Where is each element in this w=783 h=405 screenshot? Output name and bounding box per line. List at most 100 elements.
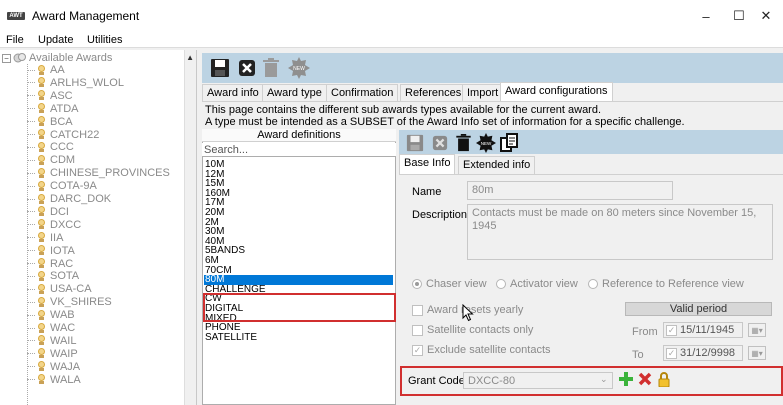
- close-icon[interactable]: [235, 56, 259, 80]
- app-icon: AWT: [7, 12, 25, 20]
- chaser-view-label: Chaser view: [426, 278, 487, 290]
- tree-item[interactable]: COTA-9A: [27, 180, 97, 192]
- tree-item[interactable]: WAJA: [27, 361, 80, 373]
- definitions-search-input[interactable]: [202, 143, 396, 157]
- from-calendar-icon[interactable]: ▦▾: [748, 323, 766, 337]
- window-title: Award Management: [32, 9, 140, 23]
- collapse-icon[interactable]: −: [2, 53, 11, 63]
- menu-utilities[interactable]: Utilities: [87, 34, 122, 46]
- to-calendar-icon[interactable]: ▦▾: [748, 346, 766, 360]
- tab-award-configurations[interactable]: Award configurations: [500, 82, 613, 102]
- award-icon: [36, 296, 47, 308]
- copy-icon[interactable]: [497, 131, 521, 155]
- tree-item[interactable]: CATCH22: [27, 129, 99, 141]
- tree-item[interactable]: IIA: [27, 232, 63, 244]
- new-icon[interactable]: NEW: [474, 131, 498, 155]
- chaser-view-radio[interactable]: [412, 279, 422, 289]
- tree-item[interactable]: DXCC: [27, 219, 81, 231]
- tree-item[interactable]: BCA: [27, 116, 73, 128]
- tab-confirmation[interactable]: Confirmation: [326, 84, 399, 102]
- tree-item[interactable]: ASC: [27, 90, 73, 102]
- tree-item-label: IIA: [50, 231, 64, 244]
- definition-item[interactable]: 160M: [205, 189, 393, 199]
- definition-item[interactable]: 15M: [205, 179, 393, 189]
- reference-view-label: Reference to Reference view: [602, 278, 744, 290]
- definition-item[interactable]: 5BANDS: [205, 246, 393, 256]
- tab-extended-info[interactable]: Extended info: [458, 156, 536, 174]
- new-icon[interactable]: NEW: [287, 56, 311, 80]
- tree-item[interactable]: WALA: [27, 374, 81, 386]
- definition-item[interactable]: 70CM: [205, 265, 393, 276]
- reference-view-radio[interactable]: [588, 279, 598, 289]
- tab-base-info[interactable]: Base Info: [399, 154, 456, 174]
- grant-code-combobox[interactable]: DXCC-80: [463, 372, 613, 389]
- tree-item[interactable]: SOTA: [27, 270, 79, 282]
- tree-item[interactable]: WAB: [27, 309, 75, 321]
- name-field[interactable]: 80m: [467, 181, 673, 200]
- tree-item[interactable]: RAC: [27, 258, 73, 270]
- tree-root-label: Available Awards: [29, 52, 113, 64]
- activator-view-radio[interactable]: [496, 279, 506, 289]
- tree-connector: [27, 263, 35, 264]
- close-icon[interactable]: [428, 131, 452, 155]
- definition-item[interactable]: SATELLITE: [205, 333, 393, 343]
- definition-item[interactable]: 6M: [205, 256, 393, 266]
- scroll-up-icon[interactable]: ▲: [186, 53, 194, 62]
- award-icon: [36, 154, 47, 166]
- from-date-checkbox[interactable]: ✓: [666, 324, 677, 336]
- from-date-value: 15/11/1945: [680, 324, 735, 336]
- tree-item-label: DXCC: [50, 218, 82, 231]
- tree-item[interactable]: WAIP: [27, 348, 78, 360]
- menu-file[interactable]: File: [6, 34, 24, 46]
- definition-item[interactable]: 12M: [205, 169, 393, 180]
- to-date-picker[interactable]: ✓ 31/12/9998: [663, 345, 743, 361]
- tree-connector: [27, 340, 35, 342]
- lock-icon[interactable]: [656, 371, 672, 387]
- satellite-only-checkbox[interactable]: [412, 325, 423, 336]
- tab-award-type[interactable]: Award type: [262, 84, 327, 102]
- delete-icon[interactable]: [259, 56, 283, 80]
- definition-item[interactable]: 20M: [205, 208, 393, 218]
- tree-item[interactable]: CHINESE_PROVINCES: [27, 167, 170, 179]
- tree-item[interactable]: WAIL: [27, 335, 77, 347]
- tree-scrollbar[interactable]: ▲: [184, 50, 196, 405]
- definition-item[interactable]: 17M: [205, 198, 393, 208]
- definition-item[interactable]: 2M: [205, 217, 393, 228]
- tree-item-label: VK_SHIRES: [50, 296, 112, 309]
- delete-icon[interactable]: [451, 131, 475, 155]
- definition-item[interactable]: 30M: [205, 227, 393, 237]
- close-button[interactable]: ✕: [749, 0, 783, 32]
- award-icon: [36, 374, 47, 385]
- exclude-satellite-checkbox[interactable]: ✓: [412, 345, 423, 356]
- tree-item[interactable]: ARLHS_WLOL: [27, 77, 124, 89]
- tree-item[interactable]: VK_SHIRES: [27, 296, 112, 308]
- tree-item[interactable]: DCI: [27, 206, 69, 218]
- tree-item[interactable]: DARC_DOK: [27, 193, 111, 205]
- tab-import[interactable]: Import: [462, 84, 504, 102]
- save-icon[interactable]: [403, 131, 427, 155]
- tab-award-info[interactable]: Award info: [202, 84, 264, 102]
- description-field[interactable]: Contacts must be made on 80 meters since…: [467, 204, 773, 260]
- tab-references[interactable]: References: [400, 84, 467, 102]
- tree-item[interactable]: AA: [27, 64, 65, 76]
- remove-icon[interactable]: [637, 371, 653, 387]
- award-definitions-header: Award definitions: [202, 129, 396, 142]
- menu-update[interactable]: Update: [38, 34, 73, 46]
- save-icon[interactable]: [208, 56, 232, 80]
- definition-item[interactable]: 10M: [205, 160, 393, 170]
- chevron-down-icon[interactable]: ⌄: [600, 374, 608, 385]
- add-icon[interactable]: [618, 371, 634, 387]
- tree-connector: [27, 198, 35, 200]
- from-date-picker[interactable]: ✓ 15/11/1945: [663, 322, 743, 338]
- tree-item[interactable]: CCC: [27, 141, 74, 153]
- tree-item[interactable]: USA-CA: [27, 283, 92, 295]
- tree-root[interactable]: − Available Awards: [2, 52, 112, 64]
- tree-item[interactable]: WAC: [27, 322, 75, 334]
- awards-tree[interactable]: − Available Awards AA ARLHS_WLOL ASC ATDA BC…: [0, 50, 197, 405]
- award-resets-checkbox[interactable]: [412, 305, 423, 316]
- tree-item[interactable]: IOTA: [27, 245, 75, 257]
- tree-item[interactable]: ATDA: [27, 103, 79, 115]
- to-date-checkbox[interactable]: ✓: [666, 347, 677, 359]
- tree-item[interactable]: CDM: [27, 154, 75, 166]
- award-icon: [36, 77, 47, 88]
